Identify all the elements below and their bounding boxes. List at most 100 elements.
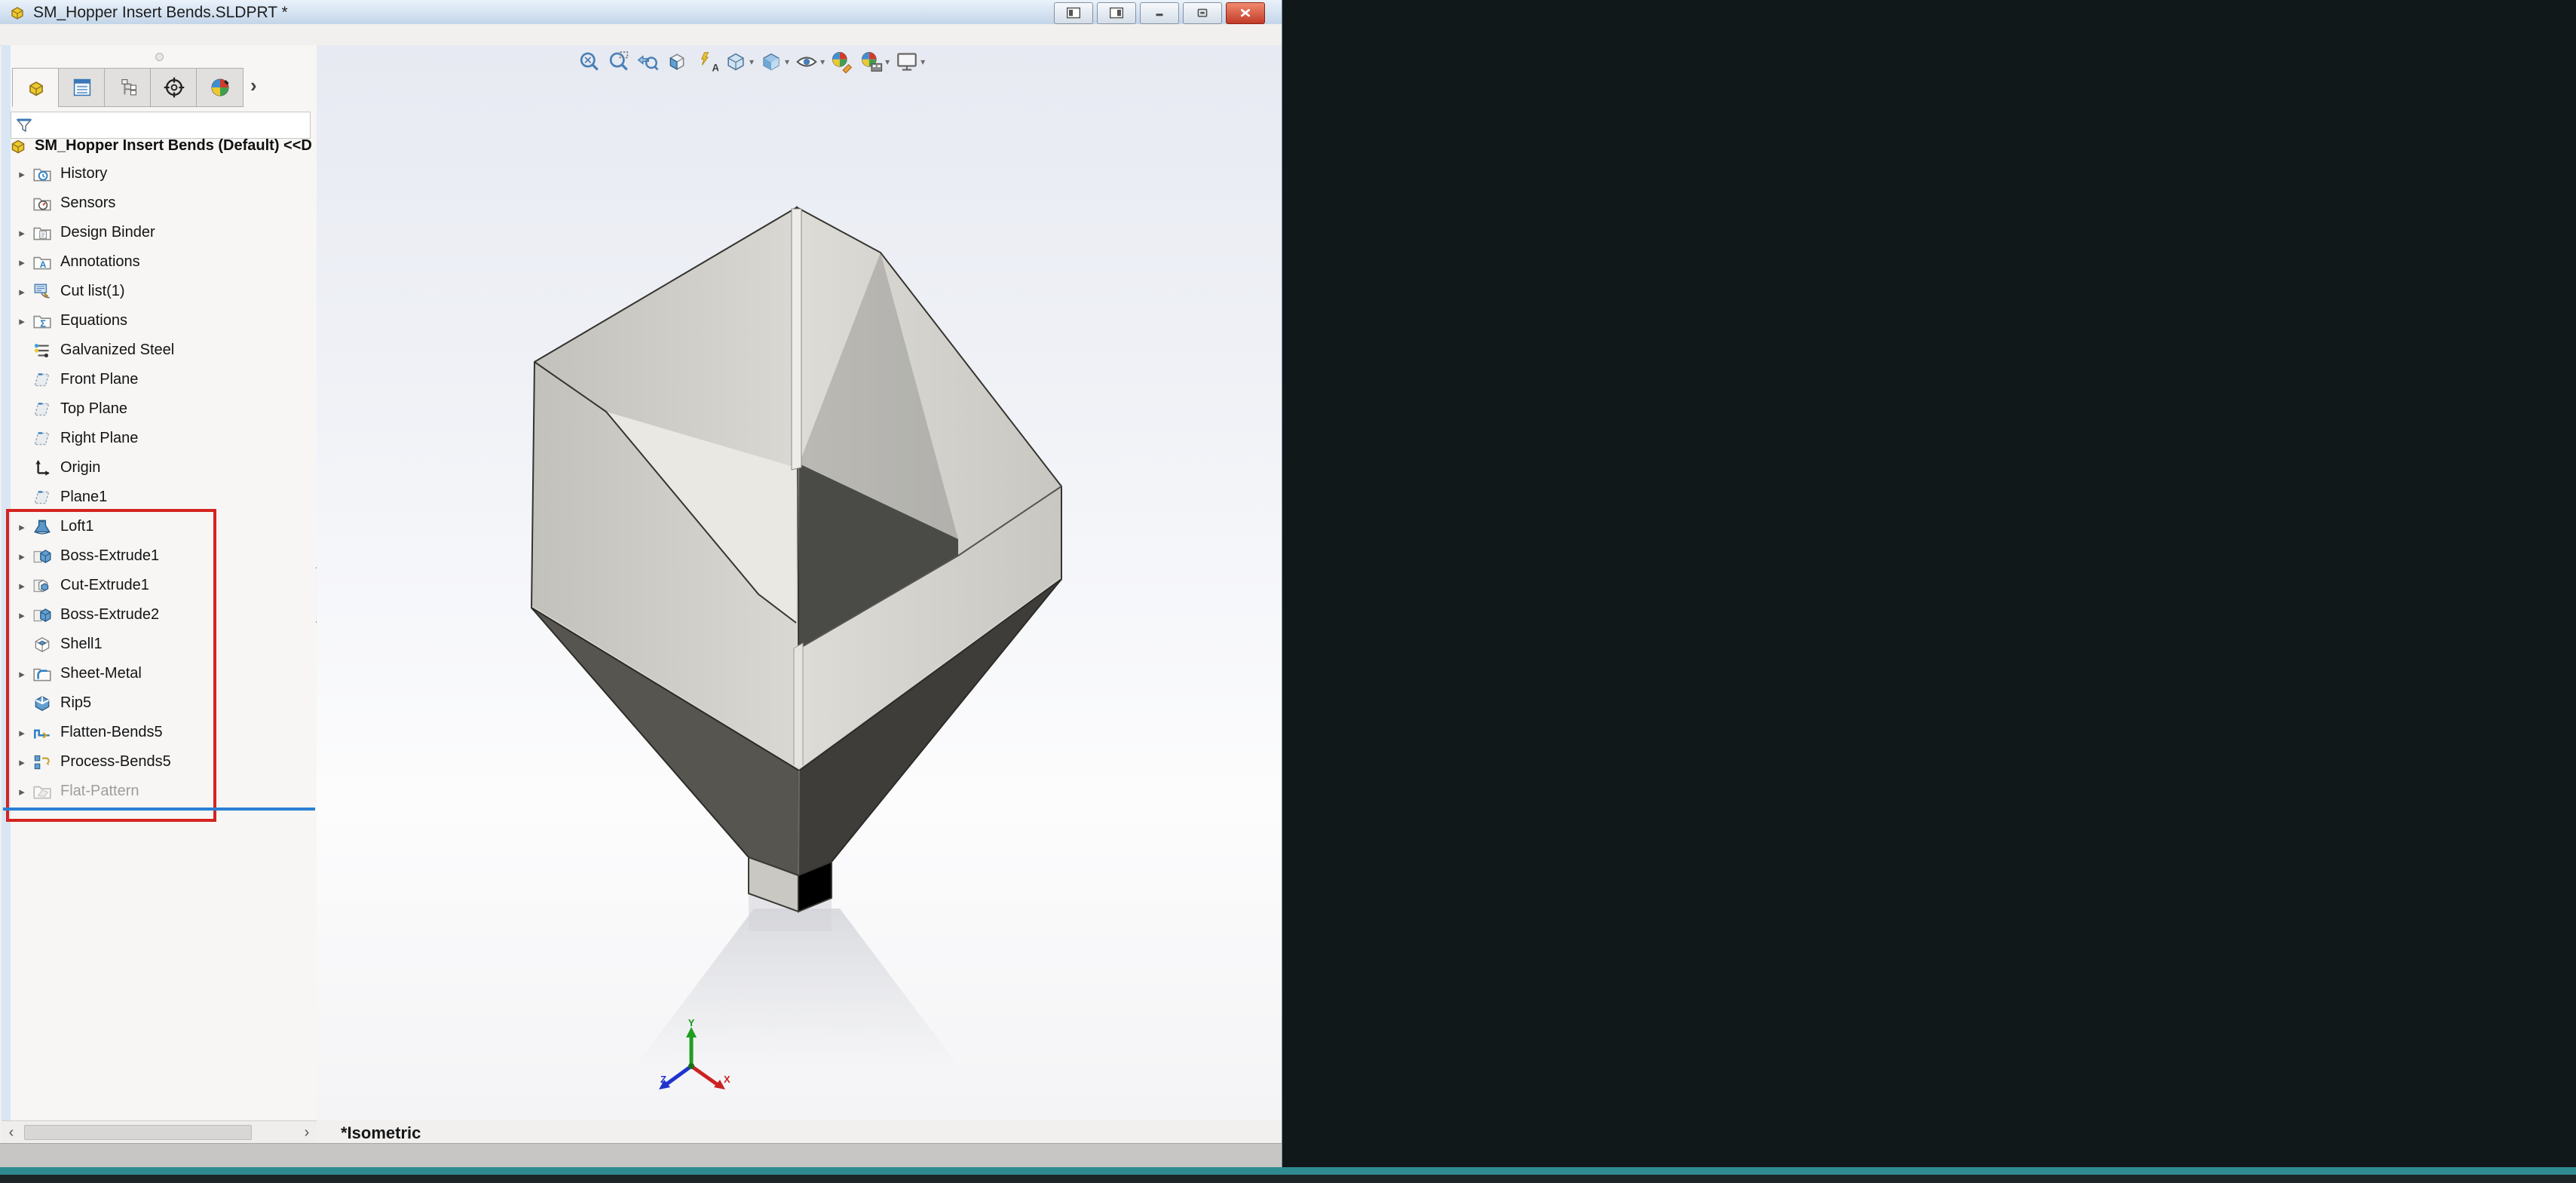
tree-item-design-binder[interactable]: ▸Design Binder <box>12 218 155 247</box>
tree-item-sensors[interactable]: Sensors <box>12 188 115 218</box>
tree-item-history[interactable]: ▸History <box>12 159 107 188</box>
scroll-right-arrow[interactable]: › <box>297 1124 317 1142</box>
dimxpert-tab[interactable] <box>150 68 198 107</box>
graphics-viewport[interactable]: A▾▾▾▾▾YZX*Isometric <box>317 45 1282 1120</box>
svg-text:Z: Z <box>660 1074 666 1085</box>
tree-item-galvanized-steel[interactable]: Galvanized Steel <box>12 336 174 365</box>
dynamic-annotation-views-button[interactable]: A <box>694 50 718 74</box>
tree-item-flat-pattern[interactable]: ▸Flat-Pattern <box>12 777 139 806</box>
part-document-icon <box>8 2 27 22</box>
rollback-bar[interactable] <box>3 808 315 811</box>
expand-arrow-icon[interactable]: ▸ <box>12 285 32 299</box>
apply-scene-icon <box>859 50 884 74</box>
zoom-to-area-button[interactable] <box>606 50 630 74</box>
dropdown-arrow-icon[interactable]: ▾ <box>749 57 754 67</box>
expand-arrow-icon[interactable]: ▸ <box>12 520 32 534</box>
expand-arrow-icon[interactable]: ▸ <box>12 726 32 740</box>
tree-item-sheet-metal[interactable]: ▸ Sheet-Metal <box>12 659 142 688</box>
process-icon <box>32 752 53 773</box>
dropdown-arrow-icon[interactable]: ▾ <box>885 57 890 67</box>
plane-icon <box>32 487 53 508</box>
apply-scene-button[interactable]: ▾ <box>859 50 890 74</box>
dropdown-arrow-icon[interactable]: ▾ <box>920 57 925 67</box>
configurationmanager-tab[interactable] <box>104 68 152 107</box>
tree-item-label: Sheet-Metal <box>60 665 142 682</box>
scroll-left-arrow[interactable]: ‹ <box>2 1124 21 1142</box>
tree-item-plane1[interactable]: Plane1 <box>12 483 107 512</box>
tree-item-right-plane[interactable]: Right Plane <box>12 424 138 453</box>
hopper-3d-model[interactable] <box>317 45 1282 1120</box>
expand-arrow-icon[interactable]: ▸ <box>12 226 32 240</box>
window-control-split-left[interactable] <box>1054 2 1093 24</box>
panel-collapse-handle[interactable] <box>155 53 164 61</box>
tree-item-annotations[interactable]: ▸AAnnotations <box>12 247 140 277</box>
window-control-restore[interactable] <box>1183 2 1222 24</box>
sensors-icon <box>32 193 53 214</box>
cutextrude-icon <box>32 575 54 596</box>
propertymanager-tab[interactable] <box>58 68 106 107</box>
expand-arrow-icon[interactable]: ▸ <box>12 167 32 181</box>
view-orientation-button[interactable]: ▾ <box>724 50 754 74</box>
view-settings-button[interactable]: ▾ <box>895 50 925 74</box>
previous-view-button[interactable] <box>636 50 660 74</box>
dropdown-arrow-icon[interactable]: ▾ <box>785 57 789 67</box>
annotations-icon: A <box>32 252 54 273</box>
plane-icon <box>32 369 53 391</box>
tree-item-rip5[interactable]: Rip5 <box>12 688 91 718</box>
tree-item-boss-extrude1[interactable]: ▸ Boss-Extrude1 <box>12 541 159 571</box>
hide-show-items-button[interactable]: ▾ <box>795 50 825 74</box>
view-orientation-label: *Isometric <box>341 1123 421 1143</box>
section-view-button[interactable] <box>665 50 689 74</box>
previous-view-icon <box>636 50 660 74</box>
tree-item-equations[interactable]: ▸ΣEquations <box>12 306 127 336</box>
triad-container: YZX <box>656 1019 731 1102</box>
tree-root-item[interactable]: SM_Hopper Insert Bends (Default) <<D <box>8 130 312 161</box>
titlebar[interactable]: SM_Hopper Insert Bends.SLDPRT * <box>0 0 1282 25</box>
tree-item-shell1[interactable]: Shell1 <box>12 630 103 659</box>
dimxpert-tab-icon <box>163 76 185 99</box>
expand-arrow-icon[interactable]: ▸ <box>12 667 32 681</box>
expand-arrow-icon[interactable]: ▸ <box>12 314 32 328</box>
origin-icon <box>32 458 53 479</box>
edit-appearance-button[interactable] <box>830 50 854 74</box>
display-style-button[interactable]: ▾ <box>759 50 789 74</box>
zoom-to-fit-button[interactable] <box>577 50 601 74</box>
svg-text:X: X <box>724 1074 731 1085</box>
window-control-minimize[interactable] <box>1140 2 1179 24</box>
window-control-split-right[interactable] <box>1097 2 1136 24</box>
tree-item-process-bends5[interactable]: ▸Process-Bends5 <box>12 747 171 777</box>
tree-item-cut-extrude1[interactable]: ▸ Cut-Extrude1 <box>12 571 149 600</box>
tree-item-label: Boss-Extrude1 <box>60 547 159 565</box>
display-style-icon <box>759 50 783 74</box>
tree-item-origin[interactable]: Origin <box>12 453 100 483</box>
scroll-thumb[interactable] <box>24 1125 252 1140</box>
featuremanager-tab[interactable] <box>12 68 60 107</box>
tree-item-label: Front Plane <box>60 371 138 388</box>
tree-item-top-plane[interactable]: Top Plane <box>12 394 127 424</box>
expand-arrow-icon[interactable]: ▸ <box>12 608 32 622</box>
statusbar-teal-band <box>0 1167 2576 1175</box>
expand-arrow-icon[interactable]: ▸ <box>12 785 32 798</box>
expand-arrow-icon[interactable]: ▸ <box>12 579 32 593</box>
extrude-icon <box>32 546 54 567</box>
panel-scrollbar[interactable]: ‹› <box>2 1120 317 1144</box>
tree-item-label: Top Plane <box>60 400 127 418</box>
panel-tabs-overflow[interactable]: › <box>250 74 257 97</box>
expand-arrow-icon[interactable]: ▸ <box>12 550 32 563</box>
statusbar-dark-band <box>0 1175 2576 1183</box>
tree-item-boss-extrude2[interactable]: ▸Boss-Extrude2 <box>12 600 159 630</box>
dropdown-arrow-icon[interactable]: ▾ <box>820 57 825 67</box>
window-control-close[interactable] <box>1226 2 1265 24</box>
tree-item-loft1[interactable]: ▸Loft1 <box>12 512 93 541</box>
flatten-icon <box>32 722 54 743</box>
tree-item-flatten-bends5[interactable]: ▸Flatten-Bends5 <box>12 718 163 747</box>
solidworks-desktop: SM_Hopper Insert Bends.SLDPRT * › SM_Hoppe… <box>0 0 2576 1183</box>
tree-item-cut-list-1-[interactable]: ▸Cut list(1) <box>12 277 125 306</box>
expand-arrow-icon[interactable]: ▸ <box>12 256 32 269</box>
document-window-insert-bends: SM_Hopper Insert Bends.SLDPRT * › SM_Hoppe… <box>0 0 1282 1167</box>
tree-item-label: Cut-Extrude1 <box>60 577 149 594</box>
expand-arrow-icon[interactable]: ▸ <box>12 755 32 769</box>
tree-item-front-plane[interactable]: Front Plane <box>12 365 138 394</box>
displaymanager-tab[interactable] <box>196 68 244 107</box>
annotations-icon: A <box>32 252 53 273</box>
